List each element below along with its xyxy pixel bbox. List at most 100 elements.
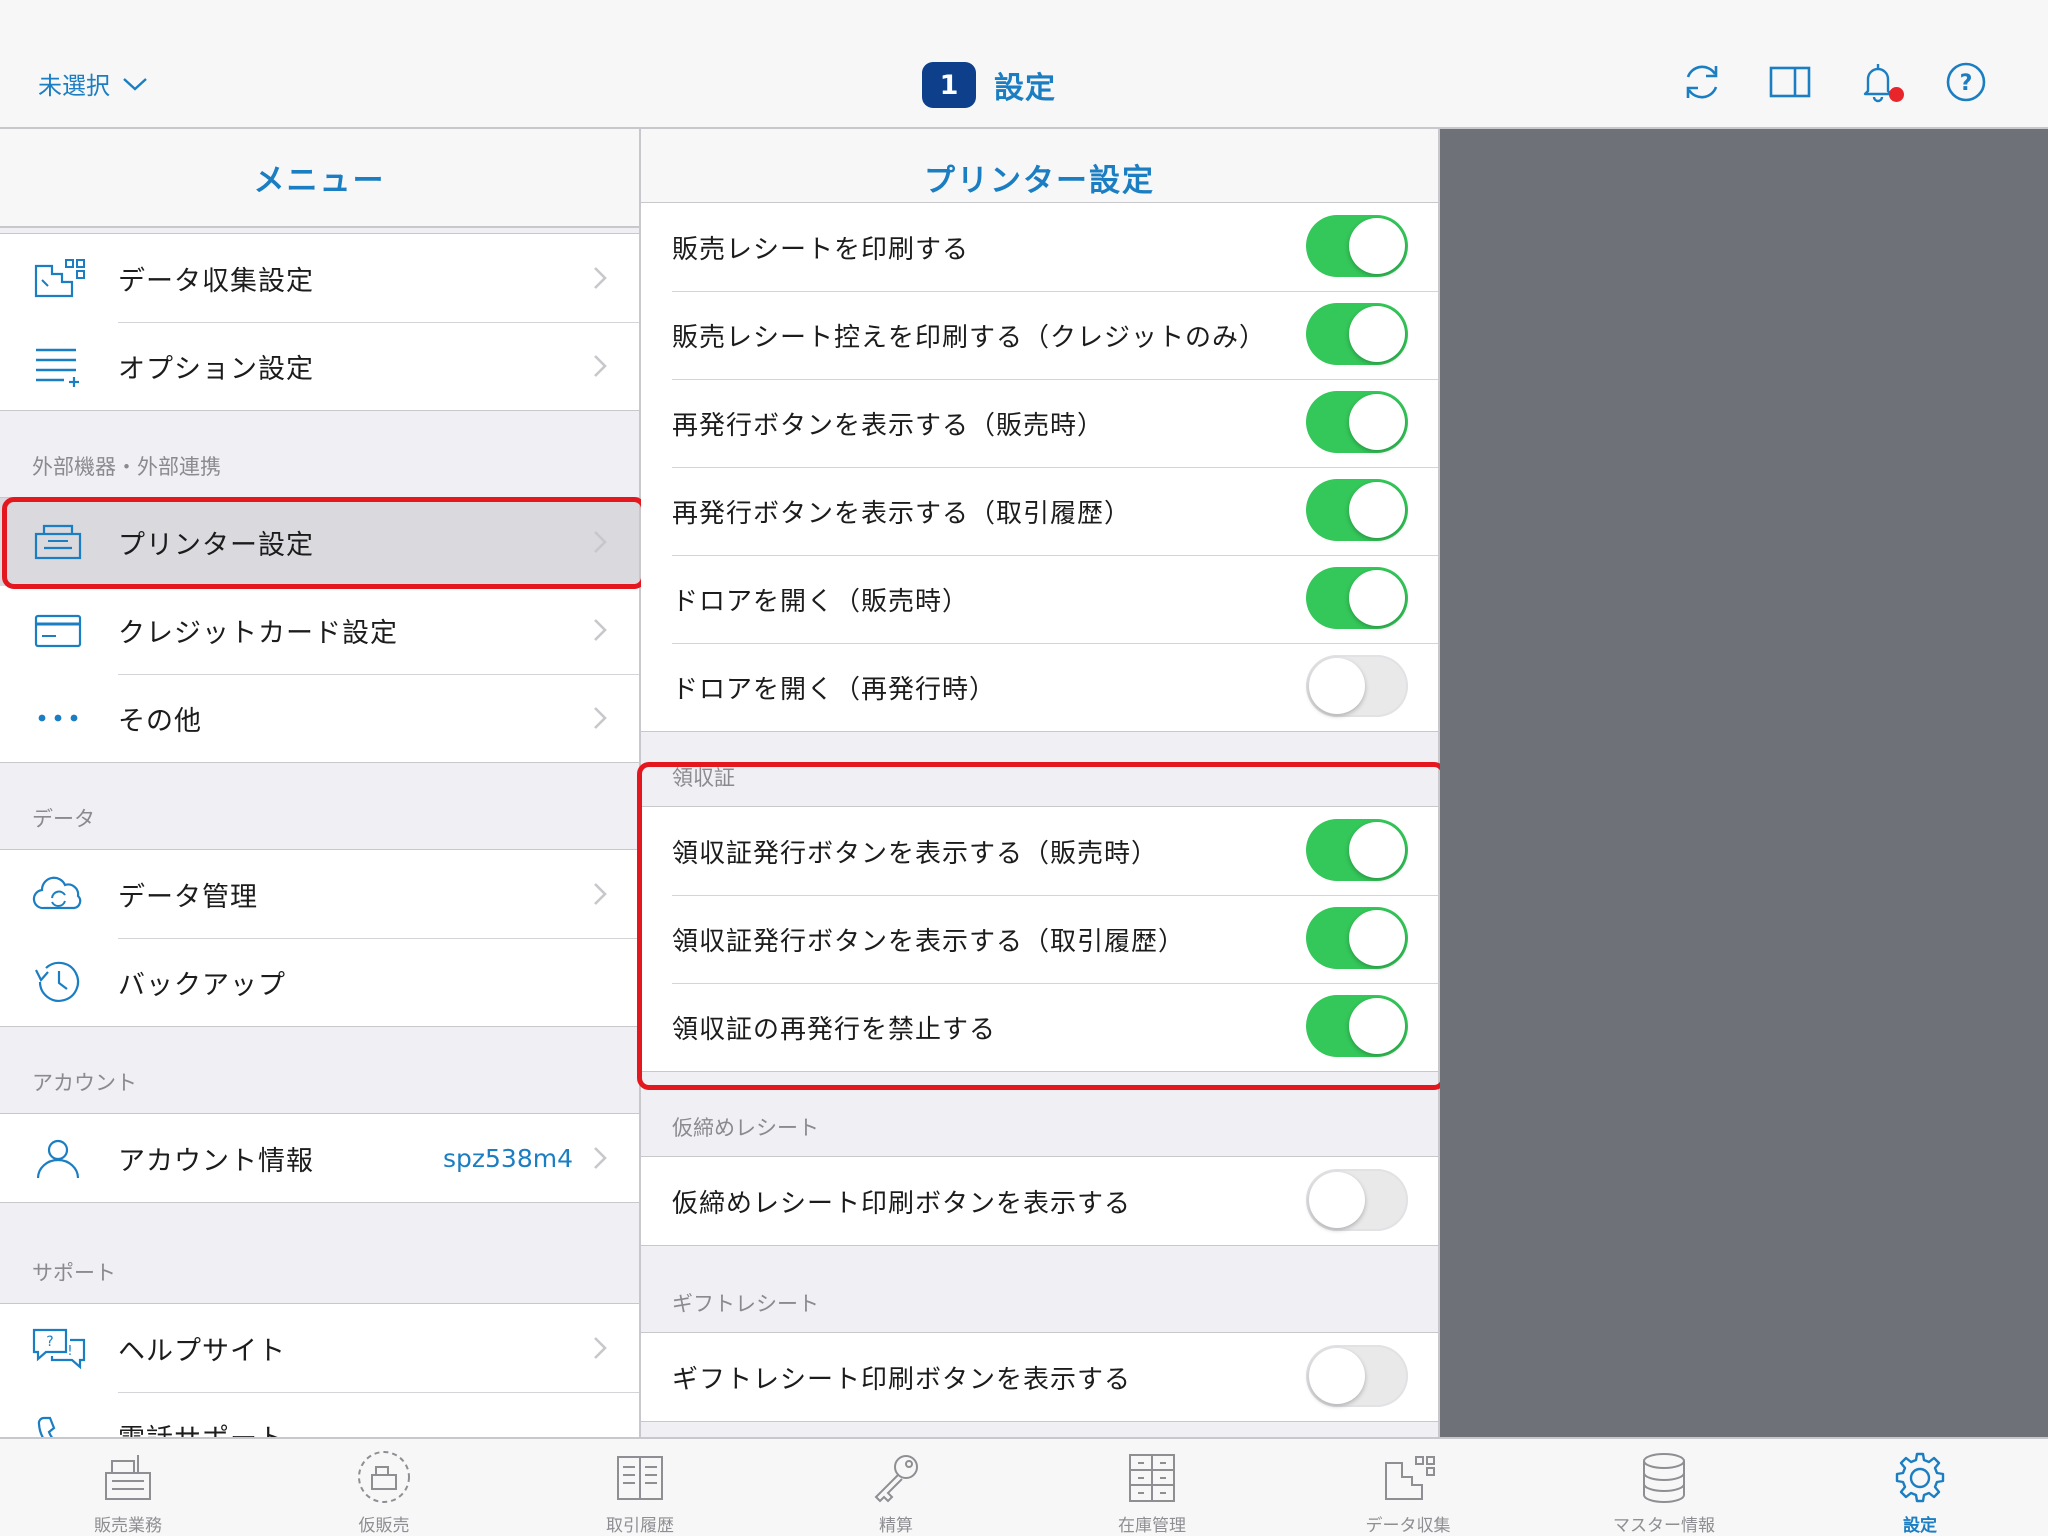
refresh-icon[interactable]: [1680, 60, 1724, 104]
menu-header: メニュー: [0, 129, 639, 228]
tab-provisional-sale[interactable]: 仮販売: [256, 1439, 512, 1536]
toggle-gift-print-button[interactable]: [1306, 1345, 1408, 1407]
menu-group-account: アカウント情報 spz538m4: [0, 1113, 639, 1203]
setting-label: 領収証発行ボタンを表示する（取引履歴）: [672, 926, 1186, 957]
toggle-knob: [1349, 910, 1405, 966]
setting-row: ドロアを開く（販売時）: [641, 555, 1438, 643]
svg-text:?: ?: [1960, 71, 1973, 96]
store-selector-label: 未選択: [38, 72, 110, 100]
setting-label: ドロアを開く（再発行時）: [672, 674, 997, 705]
toggle-reissue-button-history[interactable]: [1306, 479, 1408, 541]
toggle-karishime-print-button[interactable]: [1306, 1169, 1408, 1231]
tab-settlement[interactable]: 精算: [768, 1439, 1024, 1536]
receipt-settings-group: 販売レシートを印刷する 販売レシート控えを印刷する（クレジットのみ） 再発行ボタ…: [641, 202, 1438, 732]
chevron-right-icon: [594, 531, 607, 553]
toggle-open-drawer-reissue[interactable]: [1306, 655, 1408, 717]
toggle-knob: [1349, 218, 1405, 274]
credit-card-icon: [30, 608, 88, 652]
key-icon: [866, 1449, 926, 1507]
setting-label: 仮締めレシート印刷ボタンを表示する: [672, 1188, 1132, 1219]
section-title-ryoshusho: 領収証: [672, 766, 735, 790]
tab-settings[interactable]: 設定: [1792, 1439, 2048, 1536]
setting-row: 販売レシートを印刷する: [641, 203, 1438, 291]
menu-item-account-info[interactable]: アカウント情報 spz538m4: [0, 1114, 639, 1202]
chevron-right-icon: [594, 1337, 607, 1359]
setting-label: 再発行ボタンを表示する（取引履歴）: [672, 498, 1132, 529]
phone-support-value: -: [593, 1421, 603, 1438]
data-collection-icon: [30, 256, 88, 300]
setting-row: 再発行ボタンを表示する（販売時）: [641, 379, 1438, 467]
menu-item-label: クレジットカード設定: [118, 617, 398, 649]
menu-pane: メニュー データ収集設定 オプション設定 外部機器・外部連携 プリンター設定 ク…: [0, 129, 641, 1437]
menu-item-data-collection[interactable]: データ収集設定: [0, 234, 639, 322]
menu-item-other[interactable]: その他: [0, 674, 639, 762]
tab-data-collection[interactable]: データ収集: [1280, 1439, 1536, 1536]
notification-dot: [1889, 87, 1904, 102]
section-title-support: サポート: [32, 1261, 116, 1285]
account-id-value: spz538m4: [443, 1143, 573, 1173]
toggle-open-drawer-sales[interactable]: [1306, 567, 1408, 629]
menu-item-options[interactable]: オプション設定: [0, 322, 639, 410]
setting-label: ドロアを開く（販売時）: [672, 586, 970, 617]
toggle-knob: [1349, 998, 1405, 1054]
tab-label: 販売業務: [94, 1516, 162, 1536]
setting-row: 再発行ボタンを表示する（取引履歴）: [641, 467, 1438, 555]
tab-inventory[interactable]: 在庫管理: [1024, 1439, 1280, 1536]
help-icon[interactable]: ?: [1944, 60, 1988, 104]
toggle-print-receipt-copy[interactable]: [1306, 303, 1408, 365]
setting-label: 再発行ボタンを表示する（販売時）: [672, 410, 1105, 441]
bell-icon[interactable]: [1856, 60, 1904, 104]
setting-row: 販売レシート控えを印刷する（クレジットのみ）: [641, 291, 1438, 379]
setting-row: 領収証発行ボタンを表示する（販売時）: [641, 807, 1438, 895]
toggle-reissue-button-sales[interactable]: [1306, 391, 1408, 453]
menu-item-label: 電話サポート: [118, 1417, 286, 1438]
option-list-icon: [30, 344, 88, 388]
toggle-print-sales-receipt[interactable]: [1306, 215, 1408, 277]
setting-row: ギフトレシート印刷ボタンを表示する: [641, 1333, 1438, 1421]
tab-label: マスター情報: [1613, 1516, 1715, 1536]
gear-icon: [1890, 1449, 1950, 1507]
toggle-knob: [1349, 306, 1405, 362]
toggle-knob: [1309, 1172, 1365, 1228]
menu-item-label: データ収集設定: [118, 265, 314, 297]
setting-row: 領収証の再発行を禁止する: [641, 983, 1438, 1071]
setting-label: 領収証の再発行を禁止する: [672, 1014, 997, 1045]
setting-label: 販売レシートを印刷する: [672, 234, 970, 265]
user-icon: [30, 1136, 88, 1180]
menu-item-phone-support[interactable]: 電話サポート -: [0, 1392, 639, 1437]
toggle-ryoshusho-button-sales[interactable]: [1306, 819, 1408, 881]
tab-transaction-history[interactable]: 取引履歴: [512, 1439, 768, 1536]
menu-item-label: データ管理: [118, 881, 258, 913]
printer-icon: [30, 520, 88, 564]
tab-master-info[interactable]: マスター情報: [1536, 1439, 1792, 1536]
menu-item-printer[interactable]: プリンター設定: [0, 498, 639, 586]
chevron-right-icon: [594, 619, 607, 641]
toggle-knob: [1349, 482, 1405, 538]
ryoshusho-settings-group: 領収証発行ボタンを表示する（販売時） 領収証発行ボタンを表示する（取引履歴） 領…: [641, 806, 1438, 1072]
setting-label: 領収証発行ボタンを表示する（販売時）: [672, 838, 1159, 869]
menu-group-data: データ管理 バックアップ: [0, 849, 639, 1027]
toggle-ryoshusho-button-history[interactable]: [1306, 907, 1408, 969]
store-selector[interactable]: 未選択: [38, 66, 148, 101]
tab-label: 仮販売: [358, 1516, 410, 1536]
menu-item-data-management[interactable]: データ管理: [0, 850, 639, 938]
menu-group-support: ?! ヘルプサイト 電話サポート -: [0, 1303, 639, 1437]
toggle-ryoshusho-prohibit-reissue[interactable]: [1306, 995, 1408, 1057]
menu-item-label: その他: [118, 705, 202, 737]
chevron-right-icon: [594, 707, 607, 729]
section-title-gift: ギフトレシート: [672, 1292, 819, 1316]
menu-group-settings: データ収集設定 オプション設定: [0, 233, 639, 411]
menu-item-backup[interactable]: バックアップ: [0, 938, 639, 1026]
detail-area: [1440, 129, 2048, 1437]
top-navigation-bar: 未選択 1 設定 ?: [0, 0, 2048, 129]
menu-group-external: プリンター設定 クレジットカード設定 その他: [0, 497, 639, 763]
split-view-icon[interactable]: [1768, 60, 1812, 104]
gift-settings-group: ギフトレシート印刷ボタンを表示する: [641, 1332, 1438, 1422]
page-title: 1 設定: [922, 62, 1056, 108]
printer-settings-pane: プリンター設定 販売レシートを印刷する 販売レシート控えを印刷する（クレジットの…: [641, 129, 1440, 1437]
menu-item-help-site[interactable]: ?! ヘルプサイト: [0, 1304, 639, 1392]
setting-row: ドロアを開く（再発行時）: [641, 643, 1438, 731]
setting-row: 仮締めレシート印刷ボタンを表示する: [641, 1157, 1438, 1245]
menu-item-credit-card[interactable]: クレジットカード設定: [0, 586, 639, 674]
tab-sales[interactable]: 販売業務: [0, 1439, 256, 1536]
